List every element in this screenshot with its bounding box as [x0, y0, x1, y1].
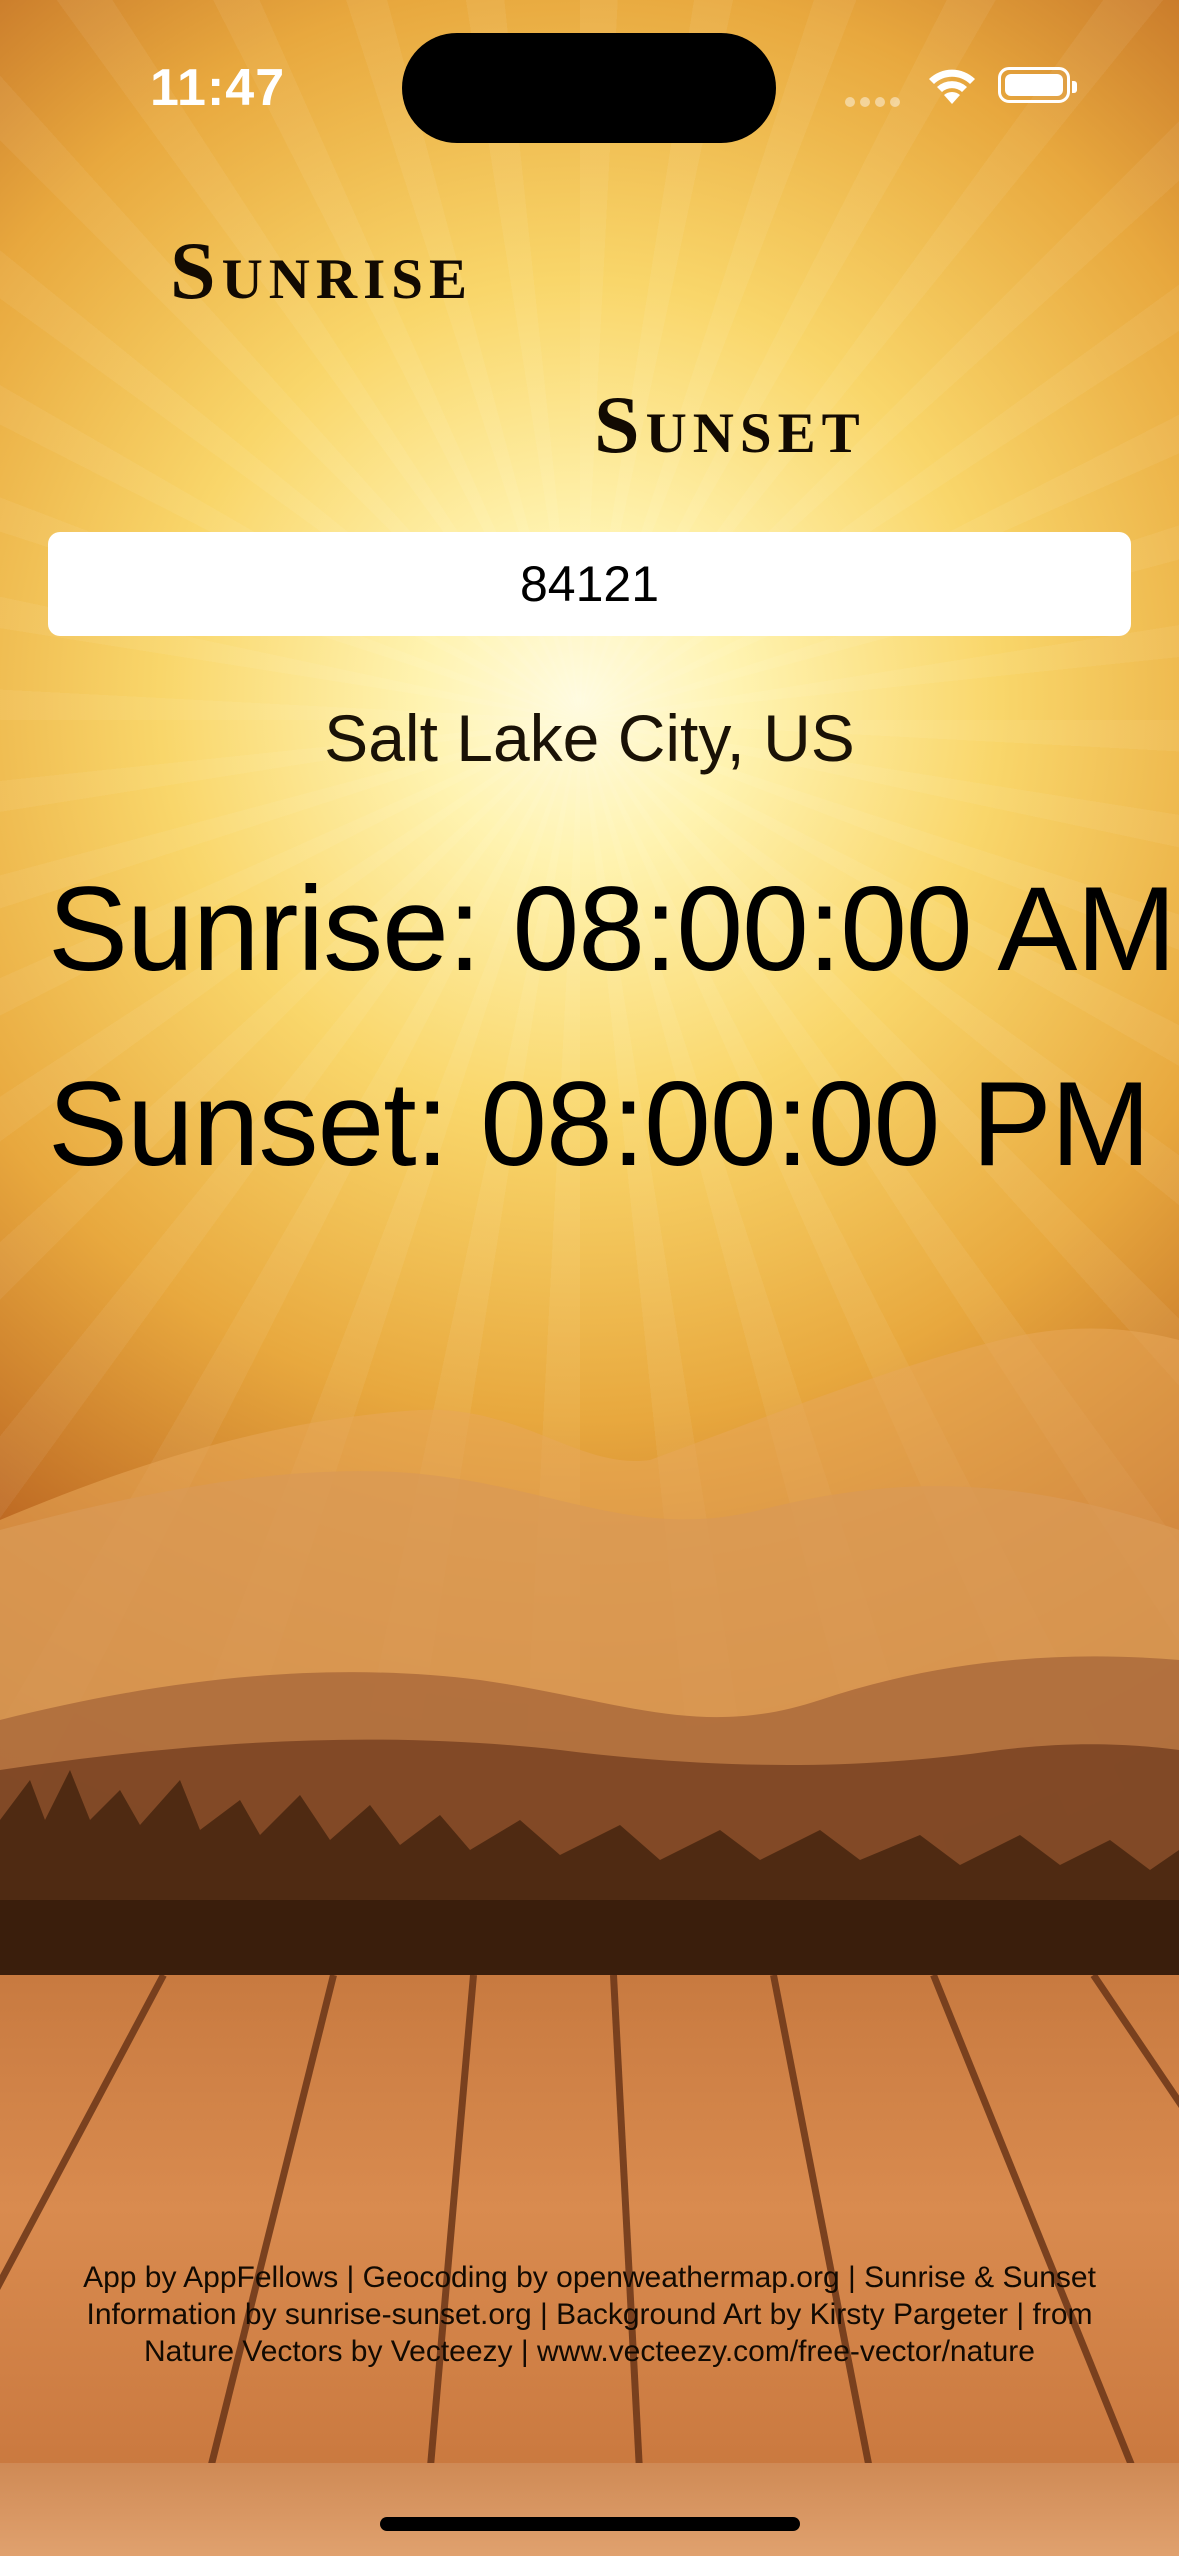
sunrise-time: Sunrise: 08:00:00 AM — [48, 862, 1176, 996]
home-indicator[interactable] — [380, 2517, 800, 2531]
wifi-icon — [929, 69, 975, 104]
battery-icon — [998, 67, 1077, 103]
sunset-time: Sunset: 08:00:00 PM — [48, 1057, 1151, 1191]
dynamic-island — [402, 33, 776, 143]
zip-code-input[interactable] — [48, 532, 1131, 636]
mountain-landscape — [0, 1328, 1179, 1980]
credits-text: App by AppFellows | Geocoding by openwea… — [83, 2261, 1096, 2368]
location-label: Salt Lake City, US — [324, 701, 855, 775]
deck-edge — [0, 2463, 1179, 2556]
app-title-sunrise: Sunrise — [170, 225, 473, 316]
status-bar: 11:47 — [0, 0, 1179, 150]
signal-dots-icon — [845, 94, 907, 107]
app-title-sunset: Sunset — [594, 379, 866, 470]
status-time: 11:47 — [150, 59, 286, 117]
